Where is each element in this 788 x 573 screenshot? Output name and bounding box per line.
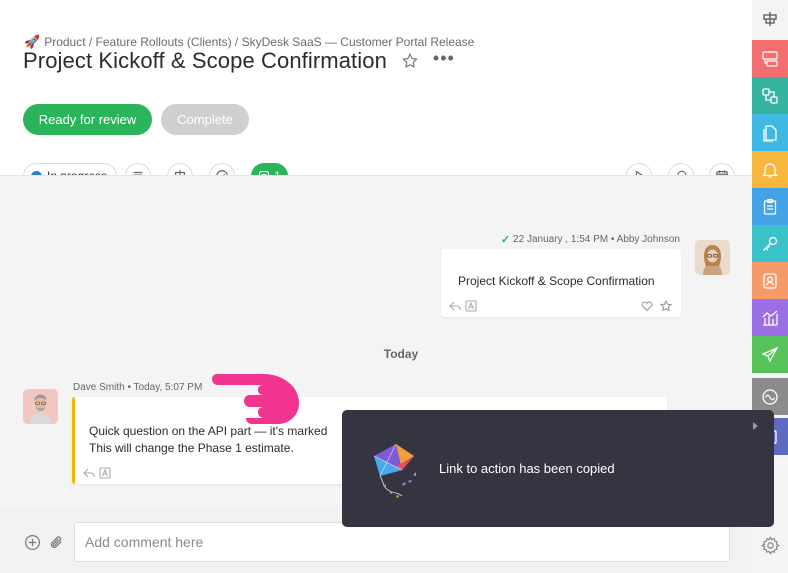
day-separator: Today (383, 347, 419, 361)
paperclip-icon[interactable] (48, 534, 65, 551)
heart-icon[interactable] (641, 300, 653, 312)
page-title[interactable]: Project Kickoff & Scope Confirmation (23, 48, 387, 74)
delivered-check-icon: ✓ (500, 234, 511, 246)
rail-item-clipboard[interactable] (752, 188, 788, 225)
reply-icon[interactable] (83, 467, 95, 479)
translate-icon[interactable] (99, 467, 111, 479)
message-meta-text: 22 January , 1:54 PM • Abby Johnson (513, 234, 680, 245)
key-icon (763, 236, 778, 251)
contact-icon (763, 272, 777, 289)
kite-icon (373, 443, 416, 498)
gear-icon[interactable] (761, 536, 780, 555)
rail-item-contacts[interactable] (752, 262, 788, 299)
wave-icon (762, 388, 778, 405)
toast-notification[interactable]: Link to action has been copied (342, 410, 774, 527)
star-icon[interactable] (401, 52, 419, 70)
star-outline-icon[interactable] (660, 300, 672, 312)
breadcrumb-text[interactable]: Product / Feature Rollouts (Clients) / S… (44, 35, 474, 49)
rail-item-docs[interactable] (752, 114, 788, 151)
rail-item-notifications[interactable] (752, 151, 788, 188)
more-icon[interactable]: ••• (433, 49, 455, 67)
ready-for-review-button[interactable]: Ready for review (23, 104, 152, 135)
message-text: This will change the Phase 1 estimate. (89, 441, 294, 455)
message-text: Project Kickoff & Scope Confirmation (458, 274, 655, 288)
message-text: Quick question on the API part — it's ma… (89, 424, 328, 438)
rail-item-flow[interactable] (752, 77, 788, 114)
send-icon (761, 346, 779, 363)
clipboard-icon (763, 198, 777, 215)
rail-item-key[interactable] (752, 225, 788, 262)
flow-icon (762, 87, 778, 104)
comment-input[interactable] (74, 522, 730, 562)
docs-icon (763, 124, 777, 142)
task-header: 🚀 Product / Feature Rollouts (Clients) /… (0, 0, 752, 189)
chart-icon (762, 310, 778, 326)
reply-icon[interactable] (449, 300, 461, 312)
rail-item-split[interactable] (752, 0, 788, 37)
person-icon (695, 240, 730, 275)
message-meta: Dave Smith • Today, 5:07 PM (73, 382, 203, 393)
toast-expand-icon[interactable] (753, 422, 758, 430)
toast-message: Link to action has been copied (439, 461, 615, 476)
complete-button[interactable]: Complete (161, 104, 249, 135)
bell-icon (761, 162, 779, 178)
avatar[interactable] (695, 240, 730, 275)
rail-item-send[interactable] (752, 336, 788, 373)
translate-icon[interactable] (465, 300, 477, 312)
avatar[interactable] (23, 389, 58, 424)
add-icon[interactable] (24, 534, 41, 551)
split-icon (763, 11, 777, 26)
message-meta: ✓ 22 January , 1:54 PM • Abby Johnson (501, 233, 680, 246)
board-icon (762, 50, 778, 67)
person-icon (23, 389, 58, 424)
rail-item-board[interactable] (752, 40, 788, 77)
rail-item-reports[interactable] (752, 299, 788, 336)
message-bubble[interactable]: Project Kickoff & Scope Confirmation (441, 249, 681, 317)
pointing-hand-icon (212, 374, 300, 424)
